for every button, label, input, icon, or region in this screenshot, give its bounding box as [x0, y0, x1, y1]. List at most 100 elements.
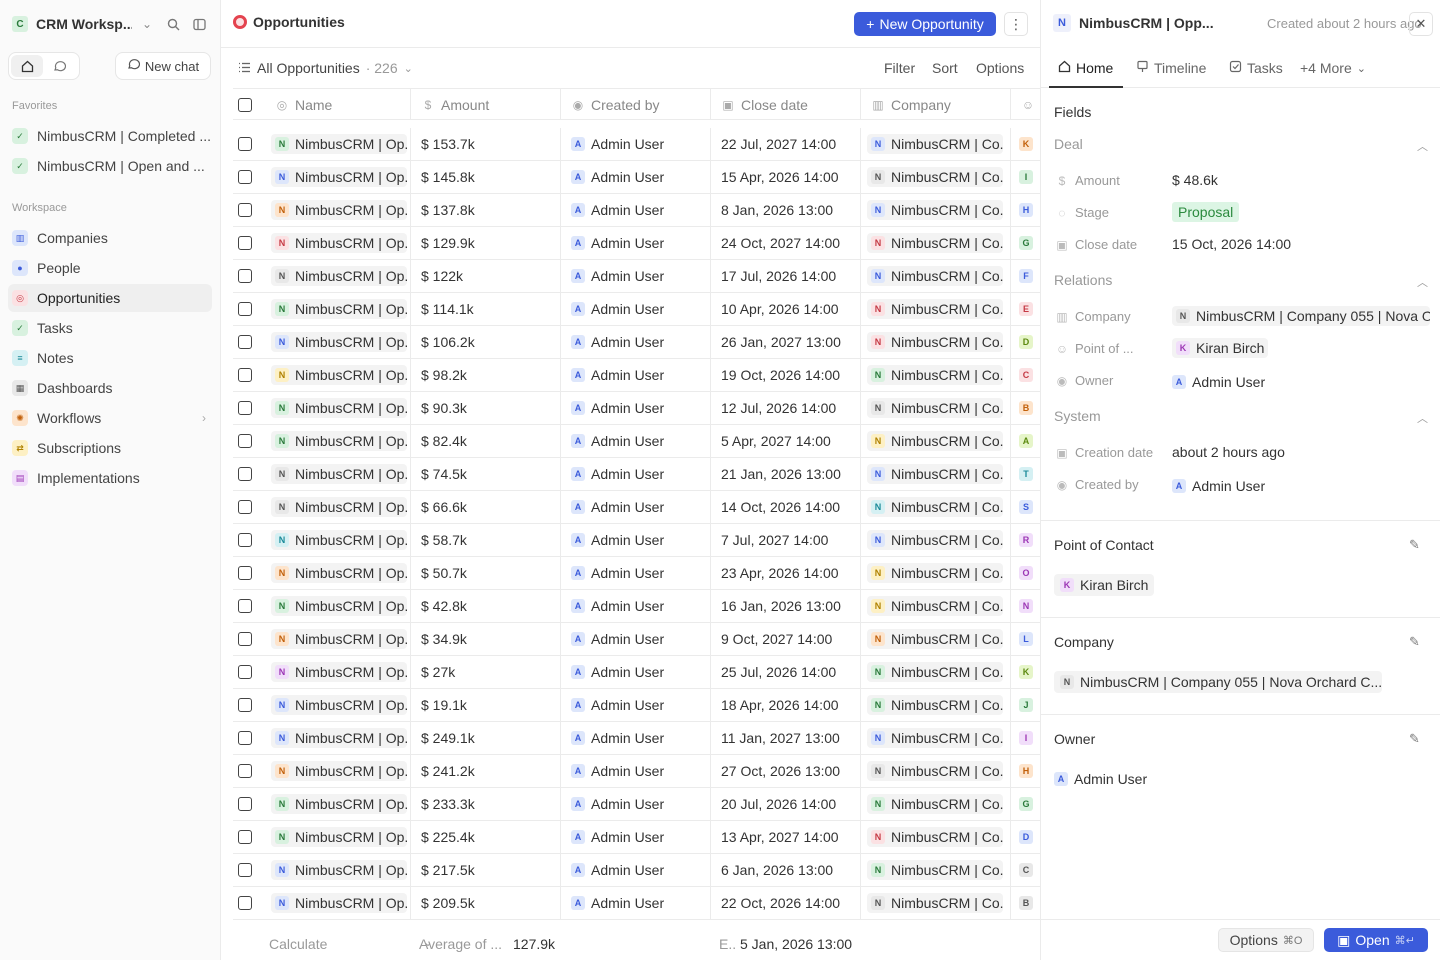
opportunity-name[interactable]: NimbusCRM | Op... — [295, 301, 407, 317]
name-cell[interactable]: N NimbusCRM | Op... — [265, 128, 411, 160]
table-row[interactable]: N NimbusCRM | Op... $ 58.7k A Admin User 7 Ju… — [233, 524, 1040, 557]
point-of-contact-cell[interactable]: I — [1011, 161, 1040, 193]
close-date-cell[interactable]: 24 Oct, 2027 14:00 — [711, 227, 861, 259]
company-name[interactable]: NimbusCRM | Co... — [891, 367, 1003, 383]
close-date-cell[interactable]: 13 Apr, 2027 14:00 — [711, 821, 861, 853]
amount-cell[interactable]: $ 153.7k — [411, 128, 561, 160]
row-checkbox[interactable] — [238, 401, 252, 415]
average-label[interactable]: Average of ... — [419, 936, 502, 952]
close-date-cell[interactable]: 15 Apr, 2026 14:00 — [711, 161, 861, 193]
amount-cell[interactable]: $ 241.2k — [411, 755, 561, 787]
table-row[interactable]: N NimbusCRM | Op... $ 27k A Admin User 25 Jul… — [233, 656, 1040, 689]
point-of-contact-cell[interactable]: O — [1011, 557, 1040, 589]
table-row[interactable]: N NimbusCRM | Op... $ 129.9k A Admin User 24 … — [233, 227, 1040, 260]
close-date-cell[interactable]: 26 Jan, 2027 13:00 — [711, 326, 861, 358]
amount-cell[interactable]: $ 129.9k — [411, 227, 561, 259]
company-cell[interactable]: N NimbusCRM | Co... — [861, 326, 1011, 358]
company-cell[interactable]: N NimbusCRM | Co... — [861, 128, 1011, 160]
table-row[interactable]: N NimbusCRM | Op... $ 34.9k A Admin User 9 Oc… — [233, 623, 1040, 656]
chat-bubble-icon[interactable] — [43, 55, 75, 77]
opportunity-name[interactable]: NimbusCRM | Op... — [295, 169, 407, 185]
company-name[interactable]: NimbusCRM | Co... — [891, 301, 1003, 317]
favorite-item-completed[interactable]: ✓ NimbusCRM | Completed ... — [8, 122, 212, 150]
name-cell[interactable]: N NimbusCRM | Op... — [265, 293, 411, 325]
table-row[interactable]: N NimbusCRM | Op... $ 145.8k A Admin User 15 … — [233, 161, 1040, 194]
company-name[interactable]: NimbusCRM | Co... — [891, 796, 1003, 812]
tab-tasks[interactable]: Tasks — [1229, 60, 1283, 76]
close-date-cell[interactable]: 21 Jan, 2026 13:00 — [711, 458, 861, 490]
opportunity-name[interactable]: NimbusCRM | Op... — [295, 367, 407, 383]
point-of-contact-cell[interactable]: T — [1011, 458, 1040, 490]
amount-value[interactable]: $ 48.6k — [1172, 172, 1218, 188]
table-row[interactable]: N NimbusCRM | Op... $ 217.5k A Admin User 6 J… — [233, 854, 1040, 887]
panel-title-text[interactable]: NimbusCRM | Opp... — [1079, 15, 1214, 31]
row-checkbox[interactable] — [238, 434, 252, 448]
amount-cell[interactable]: $ 145.8k — [411, 161, 561, 193]
point-of-contact-cell[interactable]: E — [1011, 293, 1040, 325]
row-checkbox[interactable] — [238, 632, 252, 646]
sidebar-item-people[interactable]: ● People — [8, 254, 212, 282]
company-name[interactable]: NimbusCRM | Co... — [891, 334, 1003, 350]
amount-cell[interactable]: $ 233.3k — [411, 788, 561, 820]
company-cell[interactable]: N NimbusCRM | Co... — [861, 557, 1011, 589]
row-checkbox[interactable] — [238, 467, 252, 481]
name-cell[interactable]: N NimbusCRM | Op... — [265, 557, 411, 589]
close-date-cell[interactable]: 7 Jul, 2027 14:00 — [711, 524, 861, 556]
options-button[interactable]: Options — [976, 60, 1024, 76]
column-header-created-by[interactable]: ◉ Created by — [561, 89, 711, 120]
table-row[interactable]: N NimbusCRM | Op... $ 50.7k A Admin User 23 A… — [233, 557, 1040, 590]
row-checkbox[interactable] — [238, 797, 252, 811]
amount-cell[interactable]: $ 66.6k — [411, 491, 561, 523]
company-name[interactable]: NimbusCRM | Co... — [891, 829, 1003, 845]
name-cell[interactable]: N NimbusCRM | Op... — [265, 590, 411, 622]
table-row[interactable]: N NimbusCRM | Op... $ 106.2k A Admin User 26 … — [233, 326, 1040, 359]
table-row[interactable]: N NimbusCRM | Op... $ 249.1k A Admin User 11 … — [233, 722, 1040, 755]
amount-cell[interactable]: $ 122k — [411, 260, 561, 292]
name-cell[interactable]: N NimbusCRM | Op... — [265, 788, 411, 820]
company-name[interactable]: NimbusCRM | Co... — [891, 565, 1003, 581]
name-cell[interactable]: N NimbusCRM | Op... — [265, 260, 411, 292]
company-cell[interactable]: N NimbusCRM | Co... — [861, 392, 1011, 424]
workspace-name[interactable]: CRM Worksp... — [36, 16, 132, 32]
table-row[interactable]: N NimbusCRM | Op... $ 122k A Admin User 17 Ju… — [233, 260, 1040, 293]
opportunity-name[interactable]: NimbusCRM | Op... — [295, 598, 407, 614]
filter-button[interactable]: Filter — [884, 60, 915, 76]
name-cell[interactable]: N NimbusCRM | Op... — [265, 821, 411, 853]
sidebar-item-workflows[interactable]: ✺ Workflows › — [8, 404, 212, 432]
company-name[interactable]: NimbusCRM | Co... — [891, 895, 1003, 911]
opportunity-name[interactable]: NimbusCRM | Op... — [295, 697, 407, 713]
point-of-contact-cell[interactable]: L — [1011, 623, 1040, 655]
sidebar-item-implementations[interactable]: ▤ Implementations — [8, 464, 212, 492]
column-header-name[interactable]: ◎ Name — [265, 89, 411, 120]
relations-group-label[interactable]: Relations — [1054, 272, 1112, 288]
company-name[interactable]: NimbusCRM | Co... — [891, 169, 1003, 185]
close-date-cell[interactable]: 9 Oct, 2027 14:00 — [711, 623, 861, 655]
sidebar-item-opportunities[interactable]: ◎ Opportunities — [8, 284, 212, 312]
point-of-contact-cell[interactable]: C — [1011, 359, 1040, 391]
amount-cell[interactable]: $ 82.4k — [411, 425, 561, 457]
column-header-amount[interactable]: $ Amount — [411, 89, 561, 120]
row-checkbox[interactable] — [238, 368, 252, 382]
tab-home[interactable]: Home — [1058, 60, 1113, 76]
name-cell[interactable]: N NimbusCRM | Op... — [265, 623, 411, 655]
close-date-cell[interactable]: 23 Apr, 2026 14:00 — [711, 557, 861, 589]
name-cell[interactable]: N NimbusCRM | Op... — [265, 194, 411, 226]
point-of-contact-cell[interactable]: H — [1011, 194, 1040, 226]
company-cell[interactable]: N NimbusCRM | Co... — [861, 722, 1011, 754]
company-cell[interactable]: N NimbusCRM | Co... — [861, 491, 1011, 523]
pencil-icon[interactable]: ✎ — [1409, 731, 1420, 747]
opportunity-name[interactable]: NimbusCRM | Op... — [295, 466, 407, 482]
chevron-right-icon[interactable]: › — [202, 411, 206, 425]
row-checkbox[interactable] — [238, 764, 252, 778]
row-checkbox[interactable] — [238, 863, 252, 877]
company-name[interactable]: NimbusCRM | Co... — [891, 268, 1003, 284]
row-checkbox[interactable] — [238, 203, 252, 217]
close-date-cell[interactable]: 22 Oct, 2026 14:00 — [711, 887, 861, 919]
row-checkbox[interactable] — [238, 599, 252, 613]
search-icon[interactable] — [162, 14, 184, 34]
workspace-switcher[interactable]: C CRM Worksp... ⌄ — [12, 14, 212, 34]
company-cell[interactable]: N NimbusCRM | Co... — [861, 359, 1011, 391]
row-checkbox[interactable] — [238, 137, 252, 151]
company-name[interactable]: NimbusCRM | Co... — [891, 235, 1003, 251]
company-cell[interactable]: N NimbusCRM | Co... — [861, 656, 1011, 688]
